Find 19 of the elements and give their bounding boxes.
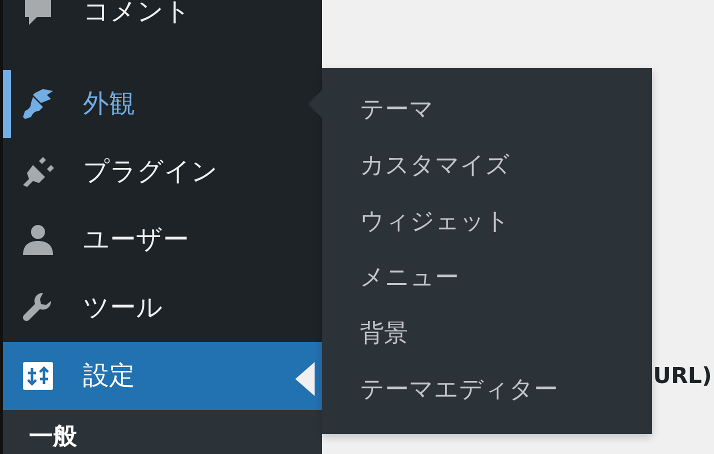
sidebar-item[interactable]: 設定 — [3, 342, 322, 410]
paintbrush-icon — [21, 87, 55, 121]
sidebar-item[interactable]: コメント — [3, 0, 322, 46]
submenu-item[interactable]: 一般 — [29, 418, 322, 454]
flyout-menu-item[interactable]: テーマエディター — [360, 361, 558, 417]
sidebar-item[interactable]: ユーザー — [3, 206, 322, 274]
person-icon — [21, 223, 55, 257]
flyout-menu-item[interactable]: ウィジェット — [360, 193, 510, 249]
sidebar-item[interactable]: 外観 — [3, 70, 322, 138]
flyout-menu-item[interactable]: カスタマイズ — [360, 137, 510, 193]
sidebar-item[interactable]: プラグイン — [3, 138, 322, 206]
highlight-bar — [3, 70, 11, 138]
settings-icon — [21, 359, 55, 393]
flyout-menu-item[interactable]: 背景 — [360, 305, 408, 361]
sidebar-item[interactable]: ツール — [3, 274, 322, 342]
setting-label: URL) — [653, 363, 712, 391]
plug-icon — [21, 155, 55, 189]
flyout-menu-item[interactable]: テーマ — [360, 81, 434, 137]
flyout-menu-item[interactable]: メニュー — [360, 249, 459, 305]
